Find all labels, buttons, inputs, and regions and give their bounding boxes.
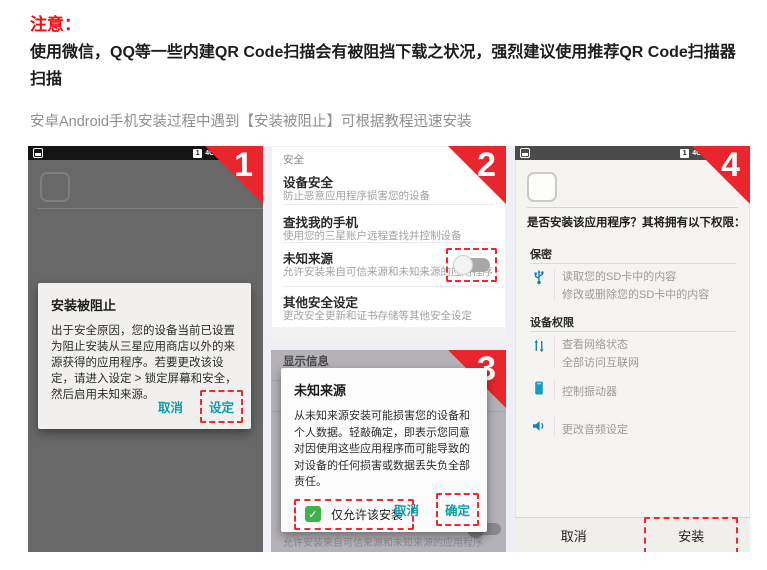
warning-text: 使用微信，QQ等一些内建QR Code扫描会有被阻挡下载之状况，强烈建议使用推荐…	[30, 39, 746, 93]
notice-heading: 注意：	[30, 10, 81, 35]
unknown-sources-toggle[interactable]	[453, 255, 490, 275]
setting-find-my-phone-subtitle: 使用您的三星账户远程查找并控制设备	[283, 228, 462, 243]
cancel-button[interactable]: 取消	[561, 526, 587, 545]
settings-button[interactable]: 设定	[202, 392, 241, 421]
permission-view-network: 查看网络状态	[562, 336, 628, 352]
divider	[283, 286, 494, 287]
allow-once-checkbox[interactable]: ✓	[305, 506, 321, 522]
sd-card-notification-icon	[520, 148, 530, 158]
sd-card-notification-icon	[33, 148, 43, 158]
toggle-knob	[453, 255, 473, 275]
subtitle-text: 安卓Android手机安装过程中遇到【安装被阻止】可根据教程迅速安装	[30, 110, 471, 131]
screenshot-strip: 1 4G 7 安装被阻止 出于安全原因，您的设备当前已设置为阻止安装从三星应用商…	[28, 146, 750, 552]
tutorial-page: 注意： 使用微信，QQ等一些内建QR Code扫描会有被阻挡下载之状况，强烈建议…	[0, 0, 767, 570]
permission-change-audio: 更改音频设定	[562, 421, 628, 437]
screenshot-step-2: 安全 设备安全 防止恶意应用程序损害您的设备 查找我的手机 使用您的三星账户远程…	[271, 146, 506, 340]
unknown-sources-toggle-callout	[446, 248, 497, 282]
audio-settings-icon	[531, 418, 547, 434]
list-footer-strip	[271, 327, 506, 340]
screenshot-step-3: 显示信息 在 安 设 安 设 防 查 使 未 允许安装来自可信来源和未知来源的应…	[271, 350, 506, 552]
divider	[283, 204, 494, 205]
permission-read-sd: 读取您的SD卡中的内容	[562, 268, 676, 284]
install-button-callout: 安装	[644, 517, 738, 553]
screenshot-step-1: 1 4G 7 安装被阻止 出于安全原因，您的设备当前已设置为阻止安装从三星应用商…	[28, 146, 263, 552]
install-question: 是否安装该应用程序？其将拥有以下权限：	[527, 214, 746, 230]
security-settings-title: 安全	[283, 152, 304, 167]
dim-row-display-info: 显示信息	[283, 353, 329, 369]
divider	[554, 269, 555, 301]
install-button[interactable]: 安装	[678, 526, 704, 545]
permission-full-internet: 全部访问互联网	[562, 354, 639, 370]
divider	[554, 379, 555, 399]
usb-icon	[531, 269, 547, 285]
cancel-button[interactable]: 取消	[387, 495, 426, 524]
network-arrows-icon	[531, 338, 547, 354]
privacy-section-header: 保密	[530, 246, 552, 262]
device-permissions-section-header: 设备权限	[530, 314, 574, 330]
divider	[527, 207, 738, 208]
divider	[530, 331, 736, 332]
step-number: 1	[234, 146, 253, 185]
divider	[554, 337, 555, 369]
permission-control-vibrator: 控制振动器	[562, 383, 617, 399]
install-button-bar: 取消 安装	[515, 517, 750, 552]
dialog-body: 从未知来源安装可能损害您的设备和个人数据。轻敲确定，即表示您同意对因使用这些应用…	[294, 408, 474, 491]
dialog-title: 安装被阻止	[51, 295, 238, 314]
ok-button[interactable]: 确定	[438, 495, 477, 524]
dim-row-sub: 允许安装来自可信来源和未知来源的应用程序	[283, 534, 483, 549]
step-number: 2	[477, 146, 496, 185]
screenshot-step-4: 1 4G 7 是否安装该应用程序？其将拥有以下权限： 保密	[515, 146, 750, 552]
step-number: 4	[721, 146, 740, 185]
setting-other-security-subtitle: 更改安全更新和证书存储等其他安全设定	[283, 308, 472, 323]
notification-count-badge: 1	[193, 149, 202, 158]
ok-button-callout: 确定	[436, 493, 479, 526]
cancel-button[interactable]: 取消	[151, 392, 190, 421]
install-blocked-dialog: 安装被阻止 出于安全原因，您的设备当前已设置为阻止安装从三星应用商店以外的来源获…	[38, 283, 251, 429]
permission-modify-sd: 修改或删除您的SD卡中的内容	[562, 286, 709, 302]
divider	[554, 417, 555, 437]
divider	[37, 208, 263, 209]
setting-device-security-subtitle: 防止恶意应用程序损害您的设备	[283, 188, 430, 203]
settings-button-callout: 设定	[200, 390, 243, 423]
dialog-title: 未知来源	[294, 380, 474, 399]
vibration-icon	[531, 380, 547, 396]
app-icon-placeholder	[40, 172, 70, 202]
notification-count-badge: 1	[680, 149, 689, 158]
divider	[283, 242, 494, 243]
unknown-sources-dialog: 未知来源 从未知来源安装可能损害您的设备和个人数据。轻敲确定，即表示您同意对因使…	[281, 368, 487, 532]
divider	[530, 263, 736, 264]
app-icon-placeholder	[527, 172, 557, 202]
